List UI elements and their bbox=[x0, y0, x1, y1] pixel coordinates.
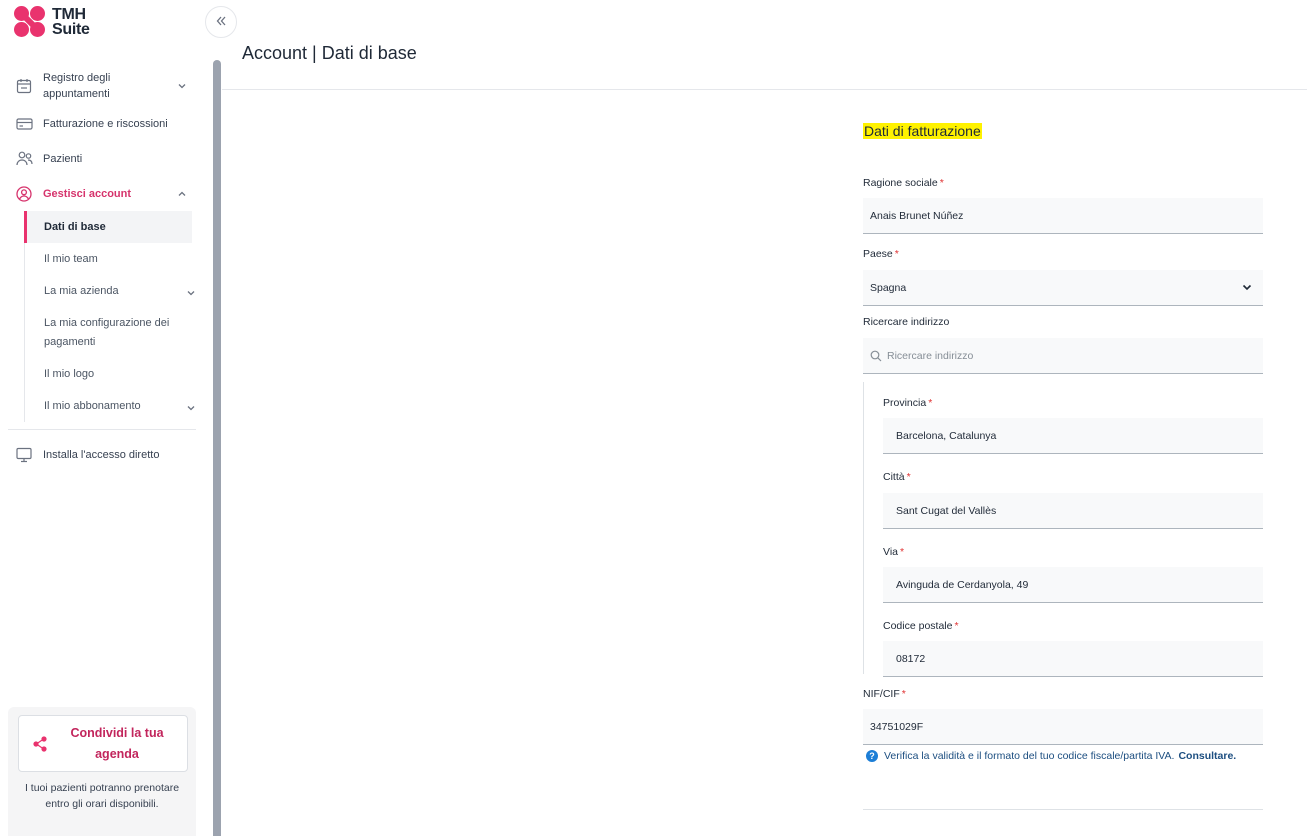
subnav-item-basic-data[interactable]: Dati di base bbox=[24, 211, 192, 243]
calendar-icon bbox=[15, 77, 33, 95]
required-mark: * bbox=[901, 688, 906, 700]
share-agenda-description: I tuoi pazienti potranno prenotare entro… bbox=[24, 782, 180, 810]
sidebar-divider bbox=[8, 429, 196, 430]
users-icon bbox=[15, 150, 33, 168]
required-mark: * bbox=[939, 177, 944, 189]
user-circle-icon bbox=[15, 185, 33, 203]
logo-line2: Suite bbox=[52, 21, 90, 38]
page-header: Account | Dati di base bbox=[222, 0, 1307, 90]
subnav-item-my-team[interactable]: Il mio team bbox=[25, 243, 200, 275]
account-subnav: Dati di base Il mio team La mia azienda … bbox=[24, 211, 200, 422]
section-title: Dati di fatturazione bbox=[863, 123, 982, 139]
address-search-placeholder: Ricercare indirizzo bbox=[887, 349, 974, 362]
subnav-item-payment-config[interactable]: La mia configurazione dei pagamenti bbox=[25, 307, 175, 358]
sidebar-nav: Registro degli appuntamenti Fatturazione… bbox=[0, 66, 200, 472]
subnav-item-my-subscription[interactable]: Il mio abbonamento bbox=[25, 390, 200, 422]
app-root: TMH Suite Registro degli appuntamenti Fa… bbox=[0, 0, 1307, 836]
chevron-down-icon bbox=[176, 80, 188, 92]
label-text: NIF/CIF bbox=[863, 688, 900, 700]
via-label: Via * bbox=[883, 546, 904, 558]
sidebar-item-label: Pazienti bbox=[43, 152, 83, 165]
sidebar-item-manage-account[interactable]: Gestisci account bbox=[0, 176, 200, 211]
logo-text: TMH Suite bbox=[52, 6, 90, 38]
codice-postale-field[interactable]: 08172 bbox=[883, 641, 1263, 677]
paese-select[interactable]: Spagna bbox=[863, 270, 1263, 306]
sidebar-item-label: Gestisci account bbox=[43, 187, 132, 200]
chevron-down-icon bbox=[1241, 281, 1253, 293]
chevron-down-icon bbox=[186, 286, 196, 305]
required-mark: * bbox=[894, 248, 899, 260]
sidebar-item-appointments[interactable]: Registro degli appuntamenti bbox=[0, 66, 200, 106]
label-text: Via bbox=[883, 546, 898, 558]
consult-link[interactable]: Consultare. bbox=[1178, 750, 1236, 762]
ragione-sociale-label: Ragione sociale * bbox=[863, 177, 944, 189]
sidebar: TMH Suite Registro degli appuntamenti Fa… bbox=[0, 0, 212, 836]
sidebar-item-label: Registro degli appuntamenti bbox=[43, 72, 111, 100]
label-text: Codice postale bbox=[883, 620, 953, 632]
monitor-icon bbox=[15, 446, 33, 464]
subnav-item-my-logo[interactable]: Il mio logo bbox=[25, 358, 200, 390]
via-field[interactable]: Avinguda de Cerdanyola, 49 bbox=[883, 567, 1263, 603]
help-text: Verifica la validità e il formato del tu… bbox=[884, 750, 1175, 762]
citta-label: Città * bbox=[883, 471, 911, 483]
label-text: Paese bbox=[863, 248, 893, 260]
ragione-sociale-field[interactable]: Anais Brunet Núñez bbox=[863, 198, 1263, 234]
address-group-rule bbox=[863, 382, 864, 674]
provincia-field[interactable]: Barcelona, Catalunya bbox=[883, 418, 1263, 454]
logo-line1: TMH bbox=[52, 6, 86, 23]
page-title: Account | Dati di base bbox=[242, 43, 417, 63]
paese-value: Spagna bbox=[870, 281, 907, 294]
search-icon bbox=[870, 350, 882, 362]
label-text: Città bbox=[883, 471, 905, 483]
citta-field[interactable]: Sant Cugat del Vallès bbox=[883, 493, 1263, 529]
nif-help: ? Verifica la validità e il formato del … bbox=[866, 750, 1236, 762]
share-agenda-label: Condividi la tua agenda bbox=[70, 725, 164, 761]
address-search-input[interactable]: Ricercare indirizzo bbox=[863, 338, 1263, 374]
logo[interactable]: TMH Suite bbox=[14, 6, 90, 38]
paese-label: Paese * bbox=[863, 248, 899, 260]
required-mark: * bbox=[906, 471, 911, 483]
sidebar-scrollbar[interactable] bbox=[213, 60, 221, 836]
question-circle-icon: ? bbox=[866, 750, 878, 762]
codice-postale-label: Codice postale * bbox=[883, 620, 959, 632]
logo-mark-icon bbox=[14, 6, 46, 38]
required-mark: * bbox=[900, 546, 905, 558]
chevron-down-icon bbox=[186, 401, 196, 420]
share-agenda-panel: Condividi la tua agenda I tuoi pazienti … bbox=[8, 707, 196, 836]
nif-label: NIF/CIF * bbox=[863, 688, 906, 700]
ricerca-label: Ricercare indirizzo bbox=[863, 316, 950, 328]
required-mark: * bbox=[954, 620, 959, 632]
sidebar-item-label: Installa l'accesso diretto bbox=[43, 448, 160, 461]
share-icon bbox=[32, 736, 48, 752]
nif-field[interactable]: 34751029F bbox=[863, 709, 1263, 745]
required-mark: * bbox=[928, 397, 933, 409]
sidebar-item-billing[interactable]: Fatturazione e riscossioni bbox=[0, 106, 200, 141]
form-divider bbox=[863, 809, 1263, 810]
subnav-item-my-company[interactable]: La mia azienda bbox=[25, 275, 200, 307]
provincia-label: Provincia * bbox=[883, 397, 932, 409]
credit-card-icon bbox=[15, 115, 33, 133]
chevron-up-icon bbox=[176, 188, 188, 200]
sidebar-item-install-shortcut[interactable]: Installa l'accesso diretto bbox=[0, 437, 200, 472]
sidebar-item-label: Fatturazione e riscossioni bbox=[43, 117, 168, 130]
subnav-item-label: La mia azienda bbox=[44, 284, 119, 297]
label-text: Provincia bbox=[883, 397, 927, 409]
label-text: Ragione sociale bbox=[863, 177, 938, 189]
subnav-item-label: Il mio abbonamento bbox=[44, 399, 141, 412]
share-agenda-button[interactable]: Condividi la tua agenda bbox=[18, 715, 188, 772]
sidebar-item-patients[interactable]: Pazienti bbox=[0, 141, 200, 176]
